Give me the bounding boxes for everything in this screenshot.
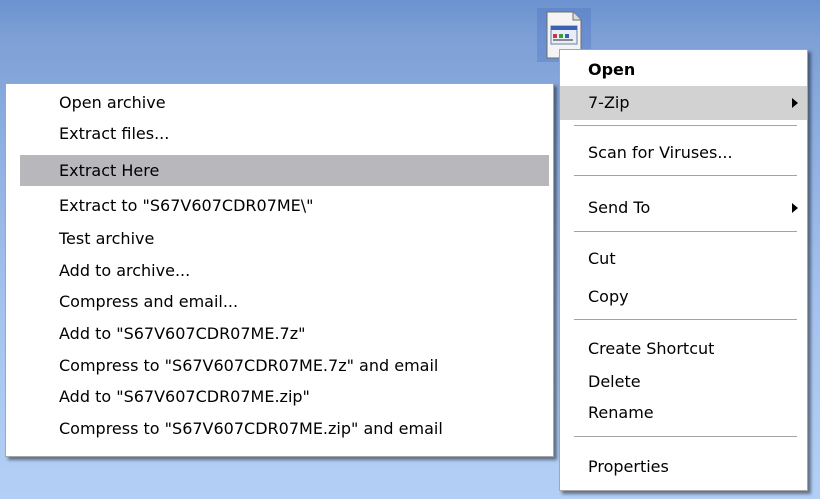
menu-separator — [574, 125, 797, 127]
menu-item-open[interactable]: Open — [560, 53, 807, 87]
menu-item-create-shortcut[interactable]: Create Shortcut — [560, 332, 807, 366]
submenu-arrow-icon — [792, 98, 798, 108]
menu-separator — [574, 175, 797, 177]
menu-item-7zip[interactable]: 7-Zip — [560, 86, 807, 120]
submenu-item-add-to-7z[interactable]: Add to "S67V607CDR07ME.7z" — [6, 318, 553, 349]
submenu-item-label: Add to "S67V607CDR07ME.zip" — [59, 387, 310, 406]
menu-item-copy[interactable]: Copy — [560, 280, 807, 314]
submenu-item-compress-zip-email[interactable]: Compress to "S67V607CDR07ME.zip" and ema… — [6, 413, 553, 444]
menu-item-label: Send To — [588, 198, 651, 217]
menu-separator — [574, 436, 797, 438]
menu-item-scan-for-viruses[interactable]: Scan for Viruses... — [560, 136, 807, 170]
submenu-item-label: Extract Here — [59, 161, 160, 180]
submenu-item-add-to-zip[interactable]: Add to "S67V607CDR07ME.zip" — [6, 381, 553, 412]
submenu-item-label: Compress to "S67V607CDR07ME.zip" and ema… — [59, 419, 443, 438]
menu-item-properties[interactable]: Properties — [560, 450, 807, 484]
menu-item-rename[interactable]: Rename — [560, 396, 807, 430]
context-menu: Open 7-Zip Scan for Viruses... Send To C… — [559, 49, 808, 491]
sevenzip-submenu: Open archive Extract files... Extract He… — [5, 83, 554, 457]
submenu-arrow-icon — [792, 203, 798, 213]
menu-item-label: Properties — [588, 457, 669, 476]
menu-item-send-to[interactable]: Send To — [560, 191, 807, 225]
menu-separator — [574, 231, 797, 233]
menu-item-label: Rename — [588, 403, 654, 422]
submenu-item-open-archive[interactable]: Open archive — [6, 87, 553, 118]
submenu-item-label: Test archive — [59, 229, 155, 248]
menu-item-cut[interactable]: Cut — [560, 242, 807, 276]
submenu-item-extract-files[interactable]: Extract files... — [6, 118, 553, 149]
submenu-item-label: Extract to "S67V607CDR07ME\" — [59, 196, 314, 215]
menu-item-label: Create Shortcut — [588, 339, 715, 358]
submenu-item-extract-here[interactable]: Extract Here — [20, 155, 549, 186]
submenu-item-label: Extract files... — [59, 124, 170, 143]
menu-item-label: 7-Zip — [588, 93, 630, 112]
menu-item-delete[interactable]: Delete — [560, 365, 807, 399]
submenu-item-label: Add to "S67V607CDR07ME.7z" — [59, 324, 306, 343]
submenu-item-compress-7z-email[interactable]: Compress to "S67V607CDR07ME.7z" and emai… — [6, 350, 553, 381]
submenu-item-label: Compress and email... — [59, 292, 239, 311]
menu-item-label: Delete — [588, 372, 641, 391]
menu-item-label: Scan for Viruses... — [588, 143, 733, 162]
submenu-item-label: Compress to "S67V607CDR07ME.7z" and emai… — [59, 356, 439, 375]
menu-separator — [574, 319, 797, 321]
submenu-item-extract-to[interactable]: Extract to "S67V607CDR07ME\" — [6, 190, 553, 221]
submenu-item-test-archive[interactable]: Test archive — [6, 223, 553, 254]
menu-item-label: Cut — [588, 249, 616, 268]
menu-item-label: Copy — [588, 287, 629, 306]
menu-item-label: Open — [588, 60, 636, 79]
submenu-item-add-to-archive[interactable]: Add to archive... — [6, 255, 553, 286]
submenu-item-label: Add to archive... — [59, 261, 191, 280]
submenu-item-compress-and-email[interactable]: Compress and email... — [6, 286, 553, 317]
submenu-item-label: Open archive — [59, 93, 166, 112]
